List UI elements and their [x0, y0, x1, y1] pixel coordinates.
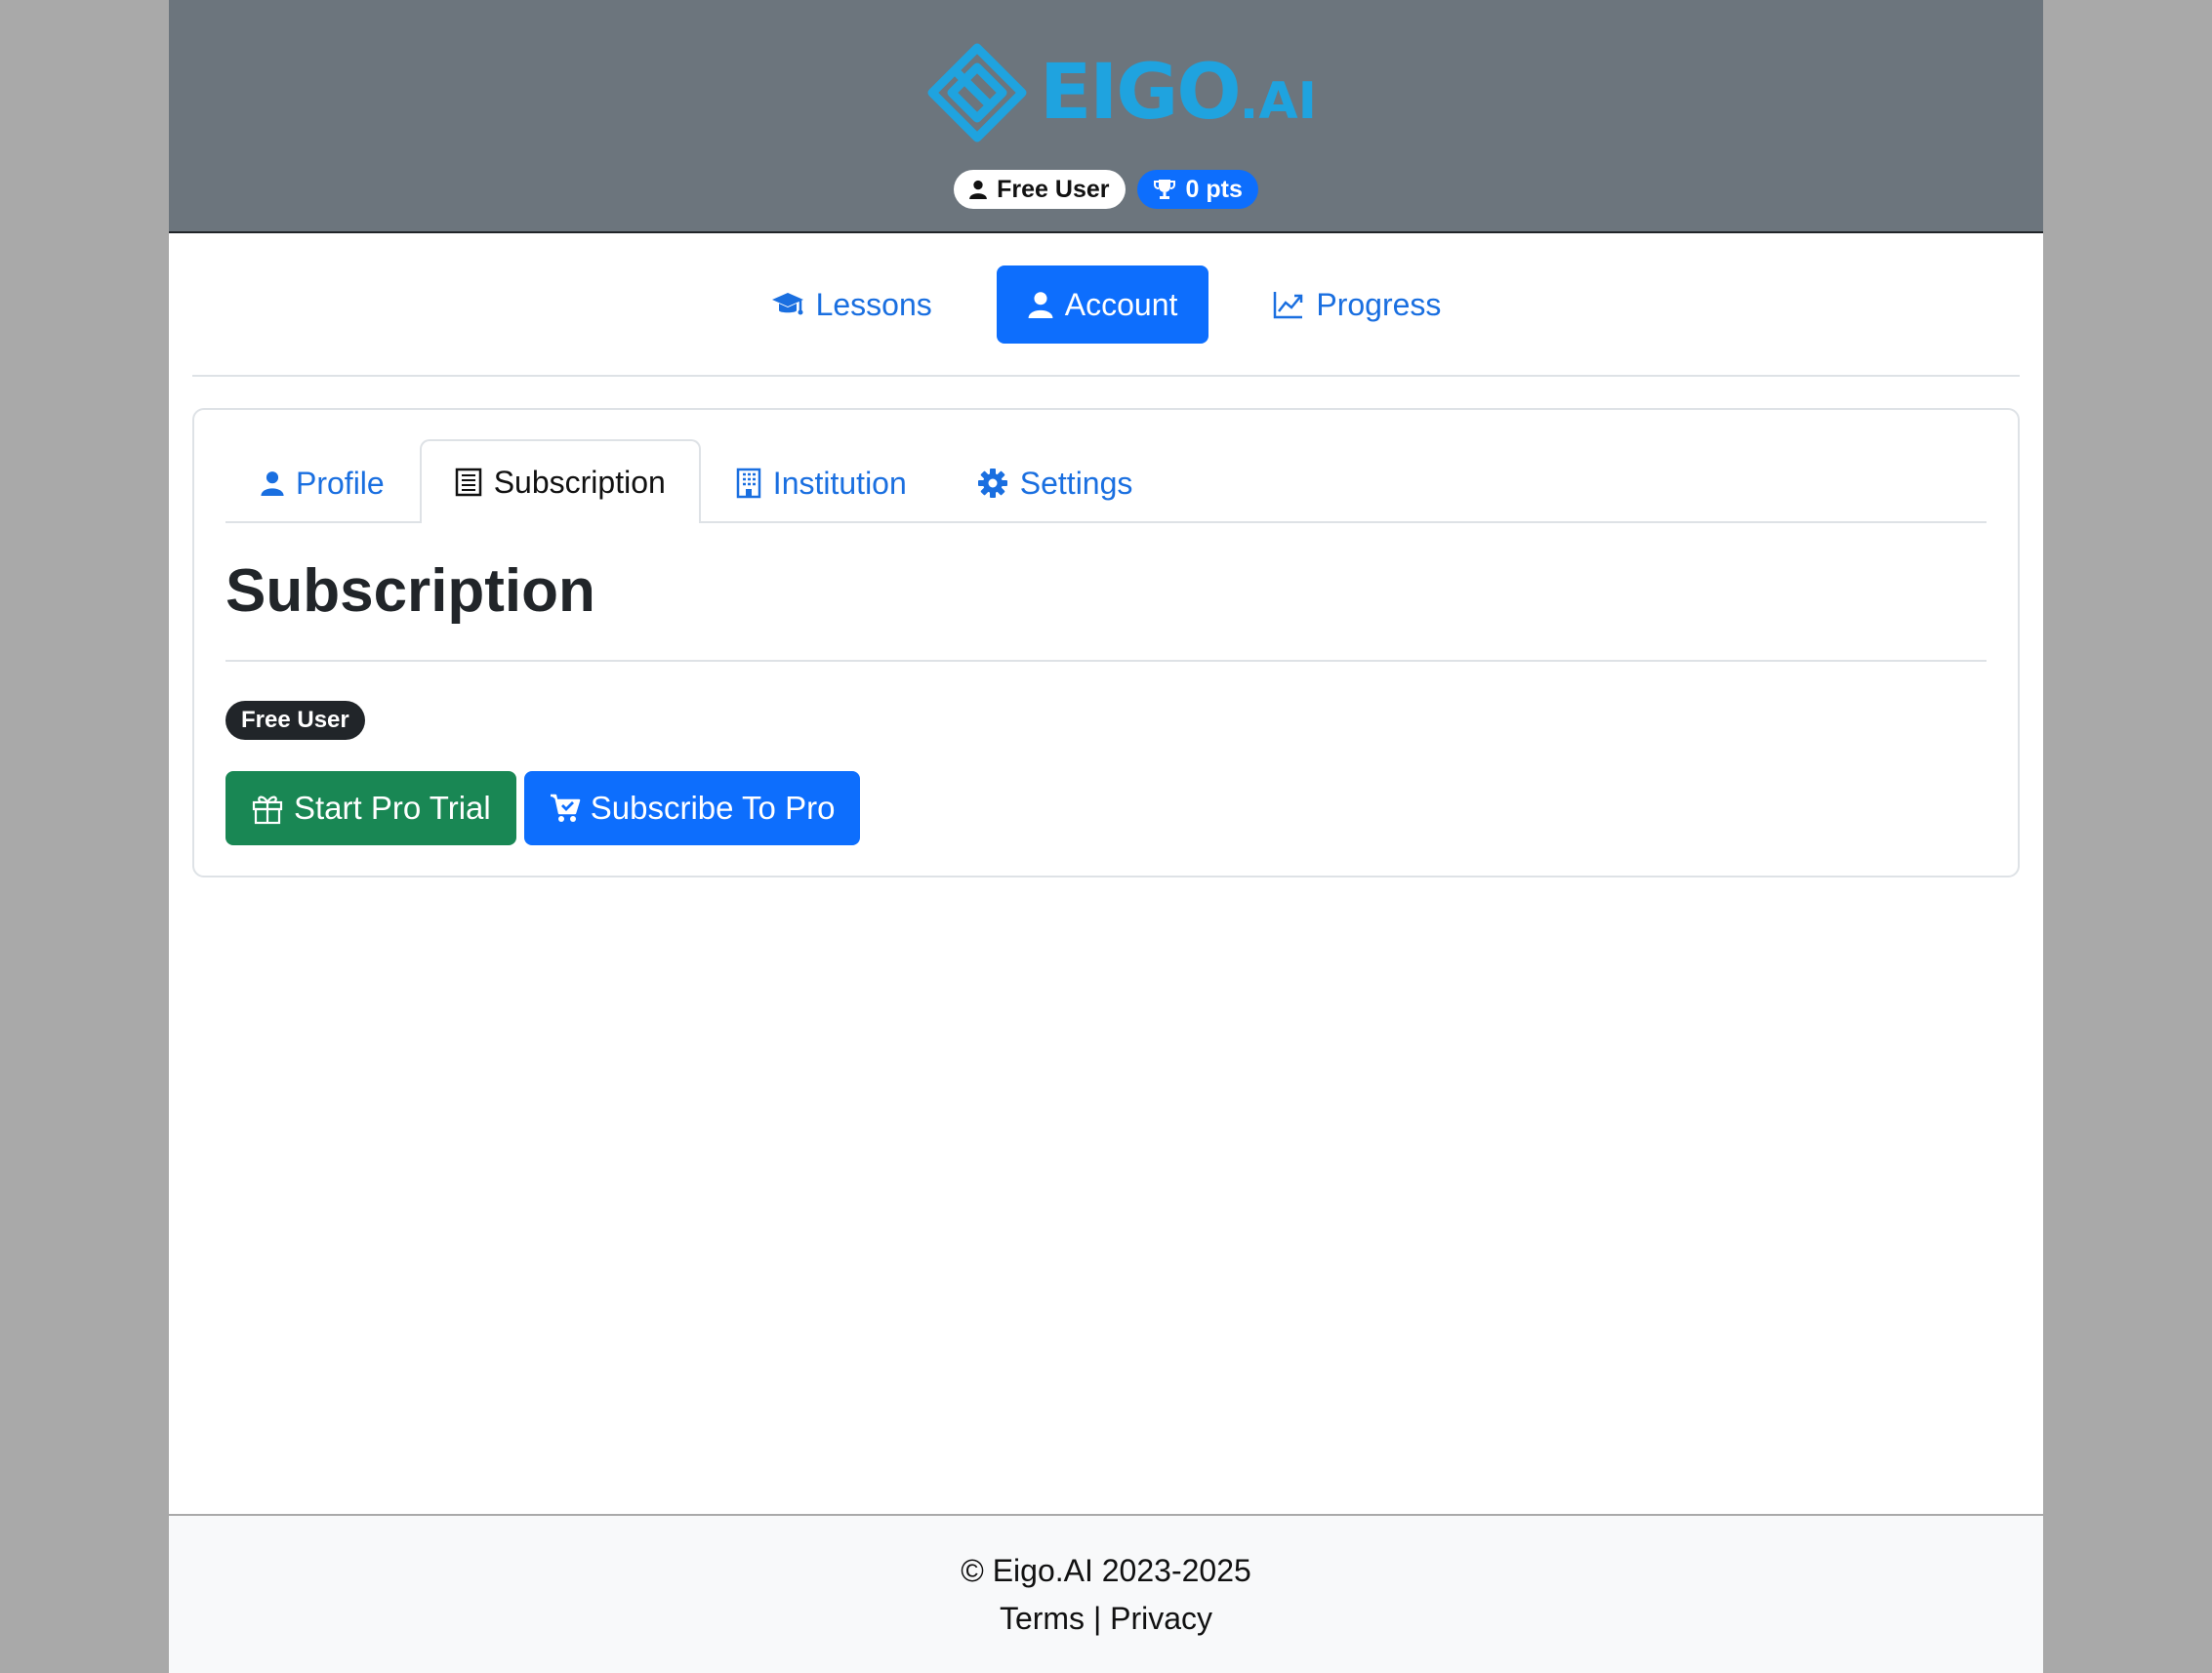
- main-nav: Lessons Account Progress: [169, 265, 2043, 344]
- logo-text: EIGO.AI: [1040, 49, 1317, 137]
- tab-institution[interactable]: Institution: [701, 441, 942, 523]
- gift-icon: [252, 796, 283, 825]
- user-icon: [969, 180, 988, 199]
- terms-link[interactable]: Terms: [1000, 1601, 1085, 1636]
- header-badges: Free User 0 pts: [169, 170, 2043, 209]
- user-status-badge: Free User: [954, 170, 1126, 209]
- nav-account[interactable]: Account: [996, 265, 1209, 344]
- chart-line-icon: [1274, 292, 1303, 319]
- logo[interactable]: EIGO.AI: [926, 39, 1317, 146]
- copyright: © Eigo.AI 2023-2025: [961, 1553, 1251, 1588]
- account-tabs: Profile Subscription Institution Setting…: [225, 439, 1987, 523]
- footer: © Eigo.AI 2023-2025 Terms | Privacy: [169, 1514, 2043, 1673]
- subscribe-to-pro-button[interactable]: Subscribe To Pro: [523, 771, 861, 845]
- subscription-actions: Start Pro Trial Subscribe To Pro: [225, 771, 861, 845]
- tab-subscription[interactable]: Subscription: [419, 439, 701, 523]
- logo-mark-icon: [927, 43, 1027, 143]
- nav-divider: [192, 375, 2020, 377]
- nav-lessons[interactable]: Lessons: [740, 265, 963, 344]
- tab-profile[interactable]: Profile: [225, 441, 420, 523]
- privacy-link[interactable]: Privacy: [1110, 1601, 1212, 1636]
- subscription-status-badge: Free User: [225, 701, 365, 740]
- receipt-icon: [455, 468, 481, 497]
- footer-separator: |: [1092, 1601, 1102, 1636]
- trophy-icon: [1153, 180, 1175, 199]
- start-pro-trial-button[interactable]: Start Pro Trial: [225, 771, 516, 845]
- gear-icon: [977, 469, 1007, 498]
- account-card: Profile Subscription Institution Setting…: [192, 408, 2020, 877]
- nav-progress[interactable]: Progress: [1242, 265, 1472, 344]
- footer-links: Terms | Privacy: [169, 1601, 2043, 1637]
- graduation-cap-icon: [771, 293, 803, 315]
- header: EIGO.AI Free User 0 pts: [169, 0, 2043, 233]
- cart-check-icon: [550, 794, 580, 822]
- tab-settings[interactable]: Settings: [942, 441, 1168, 523]
- building-icon: [736, 468, 761, 499]
- page-title: Subscription: [225, 557, 595, 625]
- user-icon: [261, 471, 284, 496]
- user-icon: [1028, 292, 1053, 318]
- title-divider: [225, 660, 1987, 662]
- page: EIGO.AI Free User 0 pts Lessons Account …: [169, 0, 2043, 1673]
- points-badge: 0 pts: [1136, 170, 1258, 209]
